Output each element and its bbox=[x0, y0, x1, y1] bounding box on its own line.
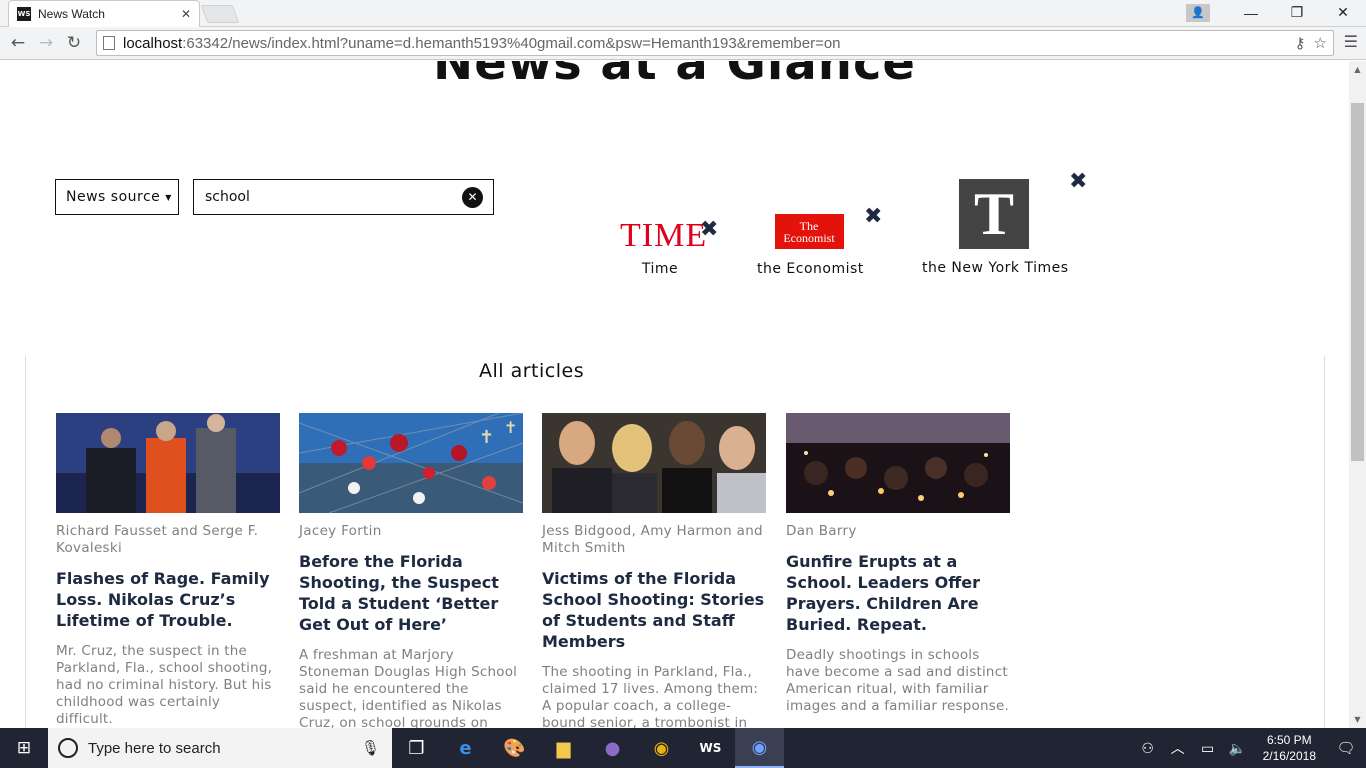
article-image[interactable]: ✝ ✝ bbox=[299, 413, 523, 513]
clock-date: 2/16/2018 bbox=[1262, 749, 1316, 763]
taskbar-apps: ❐ e 🎨 ▆ ● ◉ WS ◉ bbox=[392, 728, 784, 768]
reload-button[interactable]: ↻ bbox=[60, 29, 88, 57]
article-summary: A freshman at Marjory Stoneman Douglas H… bbox=[299, 647, 518, 728]
scroll-thumb[interactable] bbox=[1351, 103, 1364, 461]
action-center-icon[interactable]: 🗨 bbox=[1326, 739, 1366, 757]
file-explorer-icon[interactable]: ▆ bbox=[539, 728, 588, 768]
remove-source-economist-icon[interactable]: ✖ bbox=[864, 206, 882, 228]
cortana-icon[interactable] bbox=[58, 738, 78, 758]
taskbar-search-placeholder: Type here to search bbox=[88, 739, 221, 757]
source-name: the New York Times bbox=[922, 260, 1069, 276]
task-view-icon[interactable]: ❐ bbox=[392, 728, 441, 768]
microphone-icon[interactable]: 🎙 bbox=[361, 739, 380, 757]
articles-heading: All articles bbox=[479, 360, 585, 382]
clear-search-icon[interactable]: ✕ bbox=[462, 186, 483, 208]
economist-logo-icon: The Economist bbox=[774, 214, 844, 249]
article-image[interactable] bbox=[56, 413, 280, 513]
restore-button[interactable]: ❐ bbox=[1274, 0, 1320, 25]
volume-icon[interactable]: 🔈 bbox=[1223, 740, 1253, 757]
windows-taskbar: ⊞ Type here to search 🎙 ❐ e 🎨 ▆ ● ◉ WS ◉… bbox=[0, 728, 1366, 768]
tab-close-icon[interactable]: ✕ bbox=[181, 7, 191, 21]
webstorm-icon[interactable]: WS bbox=[686, 728, 735, 768]
tab-title: News Watch bbox=[38, 7, 105, 21]
article-headline[interactable]: Victims of the Florida School Shooting: … bbox=[542, 568, 766, 652]
webstorm-favicon-icon: WS bbox=[17, 7, 31, 21]
svg-text:✝: ✝ bbox=[479, 427, 494, 448]
browser-titlebar: WS News Watch ✕ 👤 — ❐ ✕ bbox=[0, 0, 1366, 27]
search-field[interactable]: ✕ bbox=[193, 179, 494, 215]
paint-icon[interactable]: 🎨 bbox=[490, 728, 539, 768]
edge-icon[interactable]: e bbox=[441, 728, 490, 768]
article-headline[interactable]: Flashes of Rage. Family Loss. Nikolas Cr… bbox=[56, 568, 280, 631]
bookmark-star-icon[interactable]: ☆ bbox=[1314, 34, 1327, 52]
article-summary: Deadly shootings in schools have become … bbox=[786, 647, 1009, 714]
scroll-up-icon[interactable]: ▲ bbox=[1349, 61, 1366, 78]
nyt-logo-icon: T bbox=[959, 179, 1029, 249]
article-card[interactable]: Dan Barry Gunfire Erupts at a School. Le… bbox=[786, 413, 1010, 715]
chrome-active-icon[interactable]: ◉ bbox=[735, 728, 784, 768]
show-hidden-icon[interactable]: ︿ bbox=[1163, 738, 1193, 758]
page-viewport: News at a Glance News source ▼ ✕ TIME Ti… bbox=[0, 61, 1349, 728]
svg-text:✝: ✝ bbox=[504, 418, 517, 437]
news-source-label: News source bbox=[66, 189, 161, 205]
article-image[interactable] bbox=[786, 413, 1010, 513]
window-controls: 👤 — ❐ ✕ bbox=[1186, 0, 1366, 25]
minimize-button[interactable]: — bbox=[1228, 0, 1274, 25]
time-logo-icon: TIME bbox=[620, 217, 708, 254]
caret-down-icon: ▼ bbox=[165, 192, 172, 202]
article-headline[interactable]: Gunfire Erupts at a School. Leaders Offe… bbox=[786, 551, 1010, 635]
article-card[interactable]: ✝ ✝ Jacey Fortin Before the Florida Shoo… bbox=[299, 413, 523, 728]
app-cat-icon[interactable]: ● bbox=[588, 728, 637, 768]
address-bar[interactable]: localhost:63342/news/index.html?uname=d.… bbox=[96, 30, 1334, 56]
browser-menu-icon[interactable]: ☰ bbox=[1344, 32, 1358, 51]
articles-panel: All articles Richard Fausset and Serge F… bbox=[25, 356, 1325, 728]
back-button[interactable]: ← bbox=[4, 29, 32, 57]
article-card[interactable]: Richard Fausset and Serge F. Kovaleski F… bbox=[56, 413, 280, 728]
remove-source-time-icon[interactable]: ✖ bbox=[700, 219, 718, 241]
article-card[interactable]: Jess Bidgood, Amy Harmon and Mitch Smith… bbox=[542, 413, 766, 728]
clock-time: 6:50 PM bbox=[1266, 733, 1312, 747]
people-icon[interactable]: ⚇ bbox=[1133, 740, 1163, 757]
page-title: News at a Glance bbox=[433, 61, 916, 91]
battery-icon[interactable]: ▭ bbox=[1193, 740, 1223, 757]
taskbar-search[interactable]: Type here to search 🎙 bbox=[48, 728, 392, 768]
profile-icon[interactable]: 👤 bbox=[1186, 3, 1210, 22]
chrome-icon[interactable]: ◉ bbox=[637, 728, 686, 768]
article-author: Richard Fausset and Serge F. Kovaleski bbox=[56, 523, 259, 556]
close-window-button[interactable]: ✕ bbox=[1320, 0, 1366, 25]
source-nyt[interactable]: T the New York Times bbox=[922, 179, 1069, 276]
browser-toolbar: ← → ↻ localhost:63342/news/index.html?un… bbox=[0, 27, 1366, 60]
search-input[interactable] bbox=[205, 189, 462, 205]
forward-button[interactable]: → bbox=[32, 29, 60, 57]
source-time[interactable]: TIME Time bbox=[620, 217, 708, 278]
source-name: Time bbox=[641, 261, 679, 277]
article-author: Jacey Fortin bbox=[299, 523, 382, 539]
scroll-down-icon[interactable]: ▼ bbox=[1349, 711, 1366, 728]
new-tab-button[interactable] bbox=[200, 5, 240, 23]
article-author: Jess Bidgood, Amy Harmon and Mitch Smith bbox=[542, 523, 763, 556]
source-economist[interactable]: The Economist the Economist bbox=[757, 214, 864, 277]
windows-start-icon[interactable]: ⊞ bbox=[0, 728, 48, 768]
article-summary: Mr. Cruz, the suspect in the Parkland, F… bbox=[56, 643, 273, 727]
remove-source-nyt-icon[interactable]: ✖ bbox=[1069, 171, 1087, 193]
url-text[interactable]: localhost:63342/news/index.html?uname=d.… bbox=[123, 35, 1295, 52]
article-image[interactable] bbox=[542, 413, 766, 513]
system-tray: ⚇ ︿ ▭ 🔈 6:50 PM 2/16/2018 🗨 bbox=[1133, 728, 1366, 768]
article-headline[interactable]: Before the Florida Shooting, the Suspect… bbox=[299, 551, 523, 635]
browser-tab[interactable]: WS News Watch ✕ bbox=[8, 0, 200, 27]
news-source-dropdown[interactable]: News source ▼ bbox=[55, 179, 179, 215]
clock[interactable]: 6:50 PM 2/16/2018 bbox=[1263, 732, 1316, 764]
article-summary: The shooting in Parkland, Fla., claimed … bbox=[542, 664, 759, 728]
key-icon[interactable]: ⚷ bbox=[1295, 34, 1306, 52]
article-author: Dan Barry bbox=[786, 523, 857, 539]
page-info-icon[interactable] bbox=[103, 36, 115, 50]
page-scrollbar[interactable]: ▲ ▼ bbox=[1349, 61, 1366, 728]
source-name: the Economist bbox=[757, 261, 864, 277]
